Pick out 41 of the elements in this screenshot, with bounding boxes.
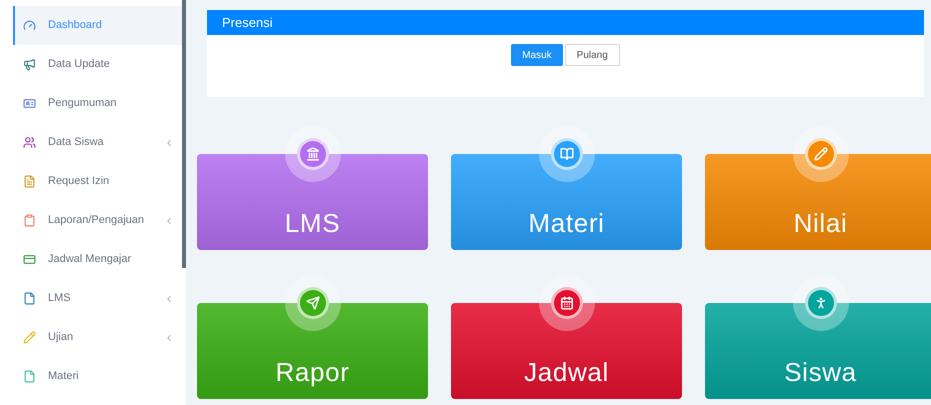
card-title: Presensi: [222, 14, 273, 32]
tile-card[interactable]: Jadwal: [451, 303, 682, 399]
tile-card[interactable]: Rapor: [197, 303, 428, 399]
calendar-icon: [560, 296, 574, 310]
sidebar-item[interactable]: Dashboard: [13, 6, 182, 45]
gauge-icon: [23, 19, 36, 32]
sidebar-item[interactable]: Materi: [13, 357, 182, 396]
sidebar-item[interactable]: Pengumuman: [13, 84, 182, 123]
sidebar-item[interactable]: Laporan/Pengajuan: [13, 201, 182, 240]
sidebar-item[interactable]: LMS: [13, 279, 182, 318]
pencil-icon: [814, 147, 828, 161]
sidebar-item[interactable]: Jadwal Mengajar: [13, 240, 182, 279]
tile-card[interactable]: Nilai: [705, 154, 931, 250]
book-icon: [560, 147, 574, 161]
sidebar-item[interactable]: Data Siswa: [13, 123, 182, 162]
users-icon: [23, 136, 36, 149]
document-icon: [23, 175, 36, 188]
file-icon: [23, 370, 36, 383]
tile-label: Siswa: [784, 359, 857, 385]
table-icon: [23, 253, 36, 266]
sidebar-item[interactable]: Ujian: [13, 318, 182, 357]
file-icon: [23, 292, 36, 305]
sidebar-item[interactable]: Request Izin: [13, 162, 182, 201]
scrollbar[interactable]: [182, 0, 186, 268]
card-icon: [23, 97, 36, 110]
megaphone-icon: [23, 58, 36, 71]
tile-card[interactable]: Siswa: [705, 303, 931, 399]
building-icon: [306, 147, 320, 161]
pencil-icon: [23, 331, 36, 344]
tile-label: Jadwal: [524, 359, 609, 385]
tile-label: Nilai: [794, 210, 848, 236]
tile-label: LMS: [284, 210, 340, 236]
presensi-button[interactable]: Masuk: [511, 44, 563, 66]
tile-label: Rapor: [275, 359, 350, 385]
tile-card[interactable]: LMS: [197, 154, 428, 250]
sidebar-item[interactable]: Data Update: [13, 45, 182, 84]
paper-plane-icon: [306, 296, 320, 310]
tile-card[interactable]: Materi: [451, 154, 682, 250]
presensi-button[interactable]: Pulang: [564, 44, 620, 66]
clipboard-icon: [23, 214, 36, 227]
tile-label: Materi: [528, 210, 605, 236]
